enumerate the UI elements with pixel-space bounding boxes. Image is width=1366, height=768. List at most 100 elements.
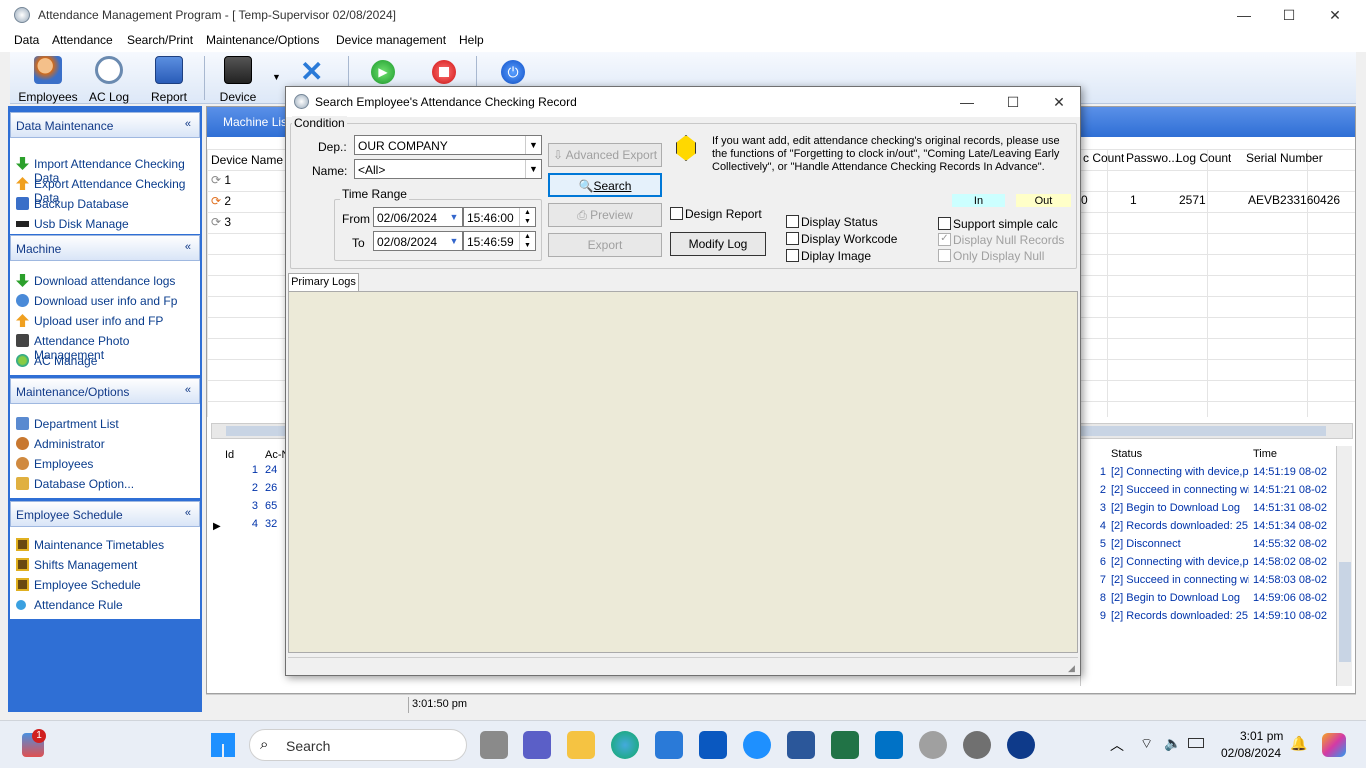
taskbar-search-box[interactable]: ⌕ Search: [249, 729, 467, 761]
collapse-icon[interactable]: «: [185, 384, 191, 396]
scroll-thumb[interactable]: [1339, 562, 1351, 662]
display-image-checkbox[interactable]: [786, 249, 799, 262]
display-null-records-checkbox[interactable]: ✓: [938, 233, 951, 246]
task-view-icon[interactable]: [480, 731, 508, 759]
section-header[interactable]: Data Maintenance «: [10, 112, 200, 138]
maximize-button[interactable]: ☐: [1266, 0, 1312, 30]
bell-icon[interactable]: 🔔: [1290, 735, 1307, 752]
menu-maintenance-options[interactable]: Maintenance/Options: [206, 33, 319, 47]
edge-icon[interactable]: [611, 731, 639, 759]
clock-date[interactable]: 02/08/2024: [1221, 746, 1281, 760]
chevron-down-icon[interactable]: ▼: [525, 160, 541, 178]
resize-grip-icon[interactable]: ◢: [1068, 663, 1075, 674]
to-time-spinner[interactable]: 15:46:59 ▲ ▼: [463, 231, 536, 251]
word-icon[interactable]: [787, 731, 815, 759]
volume-icon[interactable]: 🔈: [1164, 735, 1181, 752]
sidebar-item-import[interactable]: Import Attendance Checking Data: [14, 154, 202, 185]
only-display-null-checkbox[interactable]: [938, 249, 951, 262]
wifi-icon[interactable]: ⌔: [1140, 735, 1153, 753]
excel-icon[interactable]: [831, 731, 859, 759]
teamviewer-icon[interactable]: [1007, 731, 1035, 759]
machine-row[interactable]: ⟳ 3: [211, 215, 281, 233]
spinner-arrows-icon[interactable]: ▲ ▼: [519, 232, 535, 250]
menu-attendance[interactable]: Attendance: [52, 33, 113, 47]
sidebar-item-administrator[interactable]: Administrator: [14, 434, 202, 454]
myhp-icon[interactable]: [699, 731, 727, 759]
start-play-icon[interactable]: ▶: [371, 60, 395, 84]
department-select[interactable]: OUR COMPANY ▼: [354, 135, 542, 155]
dialog-maximize-button[interactable]: ☐: [990, 87, 1036, 117]
collapse-icon[interactable]: «: [185, 118, 191, 130]
sidebar-item-download-user[interactable]: Download user info and Fp: [14, 291, 202, 311]
chevron-up-icon[interactable]: ︿: [1110, 735, 1124, 755]
to-date-picker[interactable]: 02/08/2024 ▼: [373, 231, 463, 251]
dialog-minimize-button[interactable]: —: [944, 87, 990, 117]
section-header[interactable]: Machine «: [10, 235, 200, 261]
sidebar-item-employees[interactable]: Employees: [14, 454, 202, 474]
chevron-down-icon[interactable]: ▼: [525, 136, 541, 154]
start-windows-icon[interactable]: [211, 733, 235, 757]
from-date-picker[interactable]: 02/06/2024 ▼: [373, 207, 463, 227]
from-time-spinner[interactable]: 15:46:00 ▲ ▼: [463, 207, 536, 227]
tab-primary-logs[interactable]: Primary Logs: [288, 273, 359, 291]
battery-icon[interactable]: [1188, 738, 1204, 748]
sidebar-item-timetables[interactable]: Maintenance Timetables: [14, 535, 202, 555]
sidebar-item-ac-manage[interactable]: AC Manage: [14, 351, 202, 371]
power-icon[interactable]: ⏻: [501, 60, 525, 84]
store-icon[interactable]: [655, 731, 683, 759]
sidebar-item-database-option[interactable]: Database Option...: [14, 474, 202, 494]
design-report-checkbox[interactable]: [670, 207, 683, 220]
display-status-checkbox[interactable]: [786, 215, 799, 228]
modify-log-button[interactable]: Modify Log: [670, 232, 766, 256]
advanced-export-button[interactable]: ⇩ Advanced Export: [548, 143, 662, 167]
support-simple-calc-checkbox[interactable]: [938, 217, 951, 230]
name-select[interactable]: <All> ▼: [354, 159, 542, 179]
search-button[interactable]: 🔍Search: [548, 173, 662, 197]
display-workcode-checkbox[interactable]: [786, 232, 799, 245]
device-dropdown-arrow[interactable]: ▼: [272, 72, 281, 82]
device-toolbar-button[interactable]: Device: [210, 54, 266, 104]
sidebar-item-employee-schedule[interactable]: Employee Schedule: [14, 575, 202, 595]
close-button[interactable]: ✕: [1312, 0, 1358, 30]
calendar-dropdown-icon[interactable]: ▼: [446, 232, 462, 250]
file-explorer-icon[interactable]: [567, 731, 595, 759]
section-header[interactable]: Maintenance/Options «: [10, 378, 200, 404]
clock-time[interactable]: 3:01 pm: [1240, 729, 1283, 743]
collapse-icon[interactable]: «: [185, 241, 191, 253]
minimize-button[interactable]: —: [1221, 0, 1267, 30]
preview-button[interactable]: ⎙ Preview: [548, 203, 662, 227]
ac-log-toolbar-button[interactable]: AC Log: [84, 54, 134, 104]
help-icon[interactable]: [743, 731, 771, 759]
sidebar-item-department[interactable]: Department List: [14, 414, 202, 434]
section-header[interactable]: Employee Schedule «: [10, 501, 200, 527]
tab-machine-list[interactable]: Machine List: [223, 115, 290, 129]
sidebar-item-usb[interactable]: Usb Disk Manage: [14, 214, 202, 234]
menu-data[interactable]: Data: [14, 33, 39, 47]
settings-gear-icon[interactable]: [963, 731, 991, 759]
sidebar-item-export[interactable]: Export Attendance Checking Data: [14, 174, 202, 205]
sidebar-item-backup[interactable]: Backup Database: [14, 194, 202, 214]
sidebar-item-attendance-rule[interactable]: Attendance Rule: [14, 595, 202, 615]
menu-device-management[interactable]: Device management: [336, 33, 446, 47]
sidebar-item-upload-user[interactable]: Upload user info and FP: [14, 311, 202, 331]
sidebar-item-photo[interactable]: Attendance Photo Management: [14, 331, 202, 362]
machine-row[interactable]: ⟳ 2: [211, 194, 281, 212]
spinner-arrows-icon[interactable]: ▲ ▼: [519, 208, 535, 226]
export-button[interactable]: Export: [548, 233, 662, 257]
report-toolbar-button[interactable]: Report: [144, 54, 194, 104]
vertical-scrollbar[interactable]: [1336, 446, 1352, 686]
collapse-icon[interactable]: «: [185, 507, 191, 519]
menu-help[interactable]: Help: [459, 33, 484, 47]
dialog-close-button[interactable]: ✕: [1036, 87, 1082, 117]
outlook-icon[interactable]: [875, 731, 903, 759]
teams-icon[interactable]: [523, 731, 551, 759]
machine-row[interactable]: ⟳ 1: [211, 173, 281, 191]
profile-avatar-icon[interactable]: [919, 731, 947, 759]
disconnect-x-icon[interactable]: ✕: [300, 58, 323, 86]
sidebar-item-download-logs[interactable]: Download attendance logs: [14, 271, 202, 291]
copilot-icon[interactable]: [1322, 733, 1346, 757]
employees-toolbar-button[interactable]: Employees: [18, 54, 78, 104]
calendar-dropdown-icon[interactable]: ▼: [446, 208, 462, 226]
sidebar-item-shifts[interactable]: Shifts Management: [14, 555, 202, 575]
menu-search-print[interactable]: Search/Print: [127, 33, 193, 47]
